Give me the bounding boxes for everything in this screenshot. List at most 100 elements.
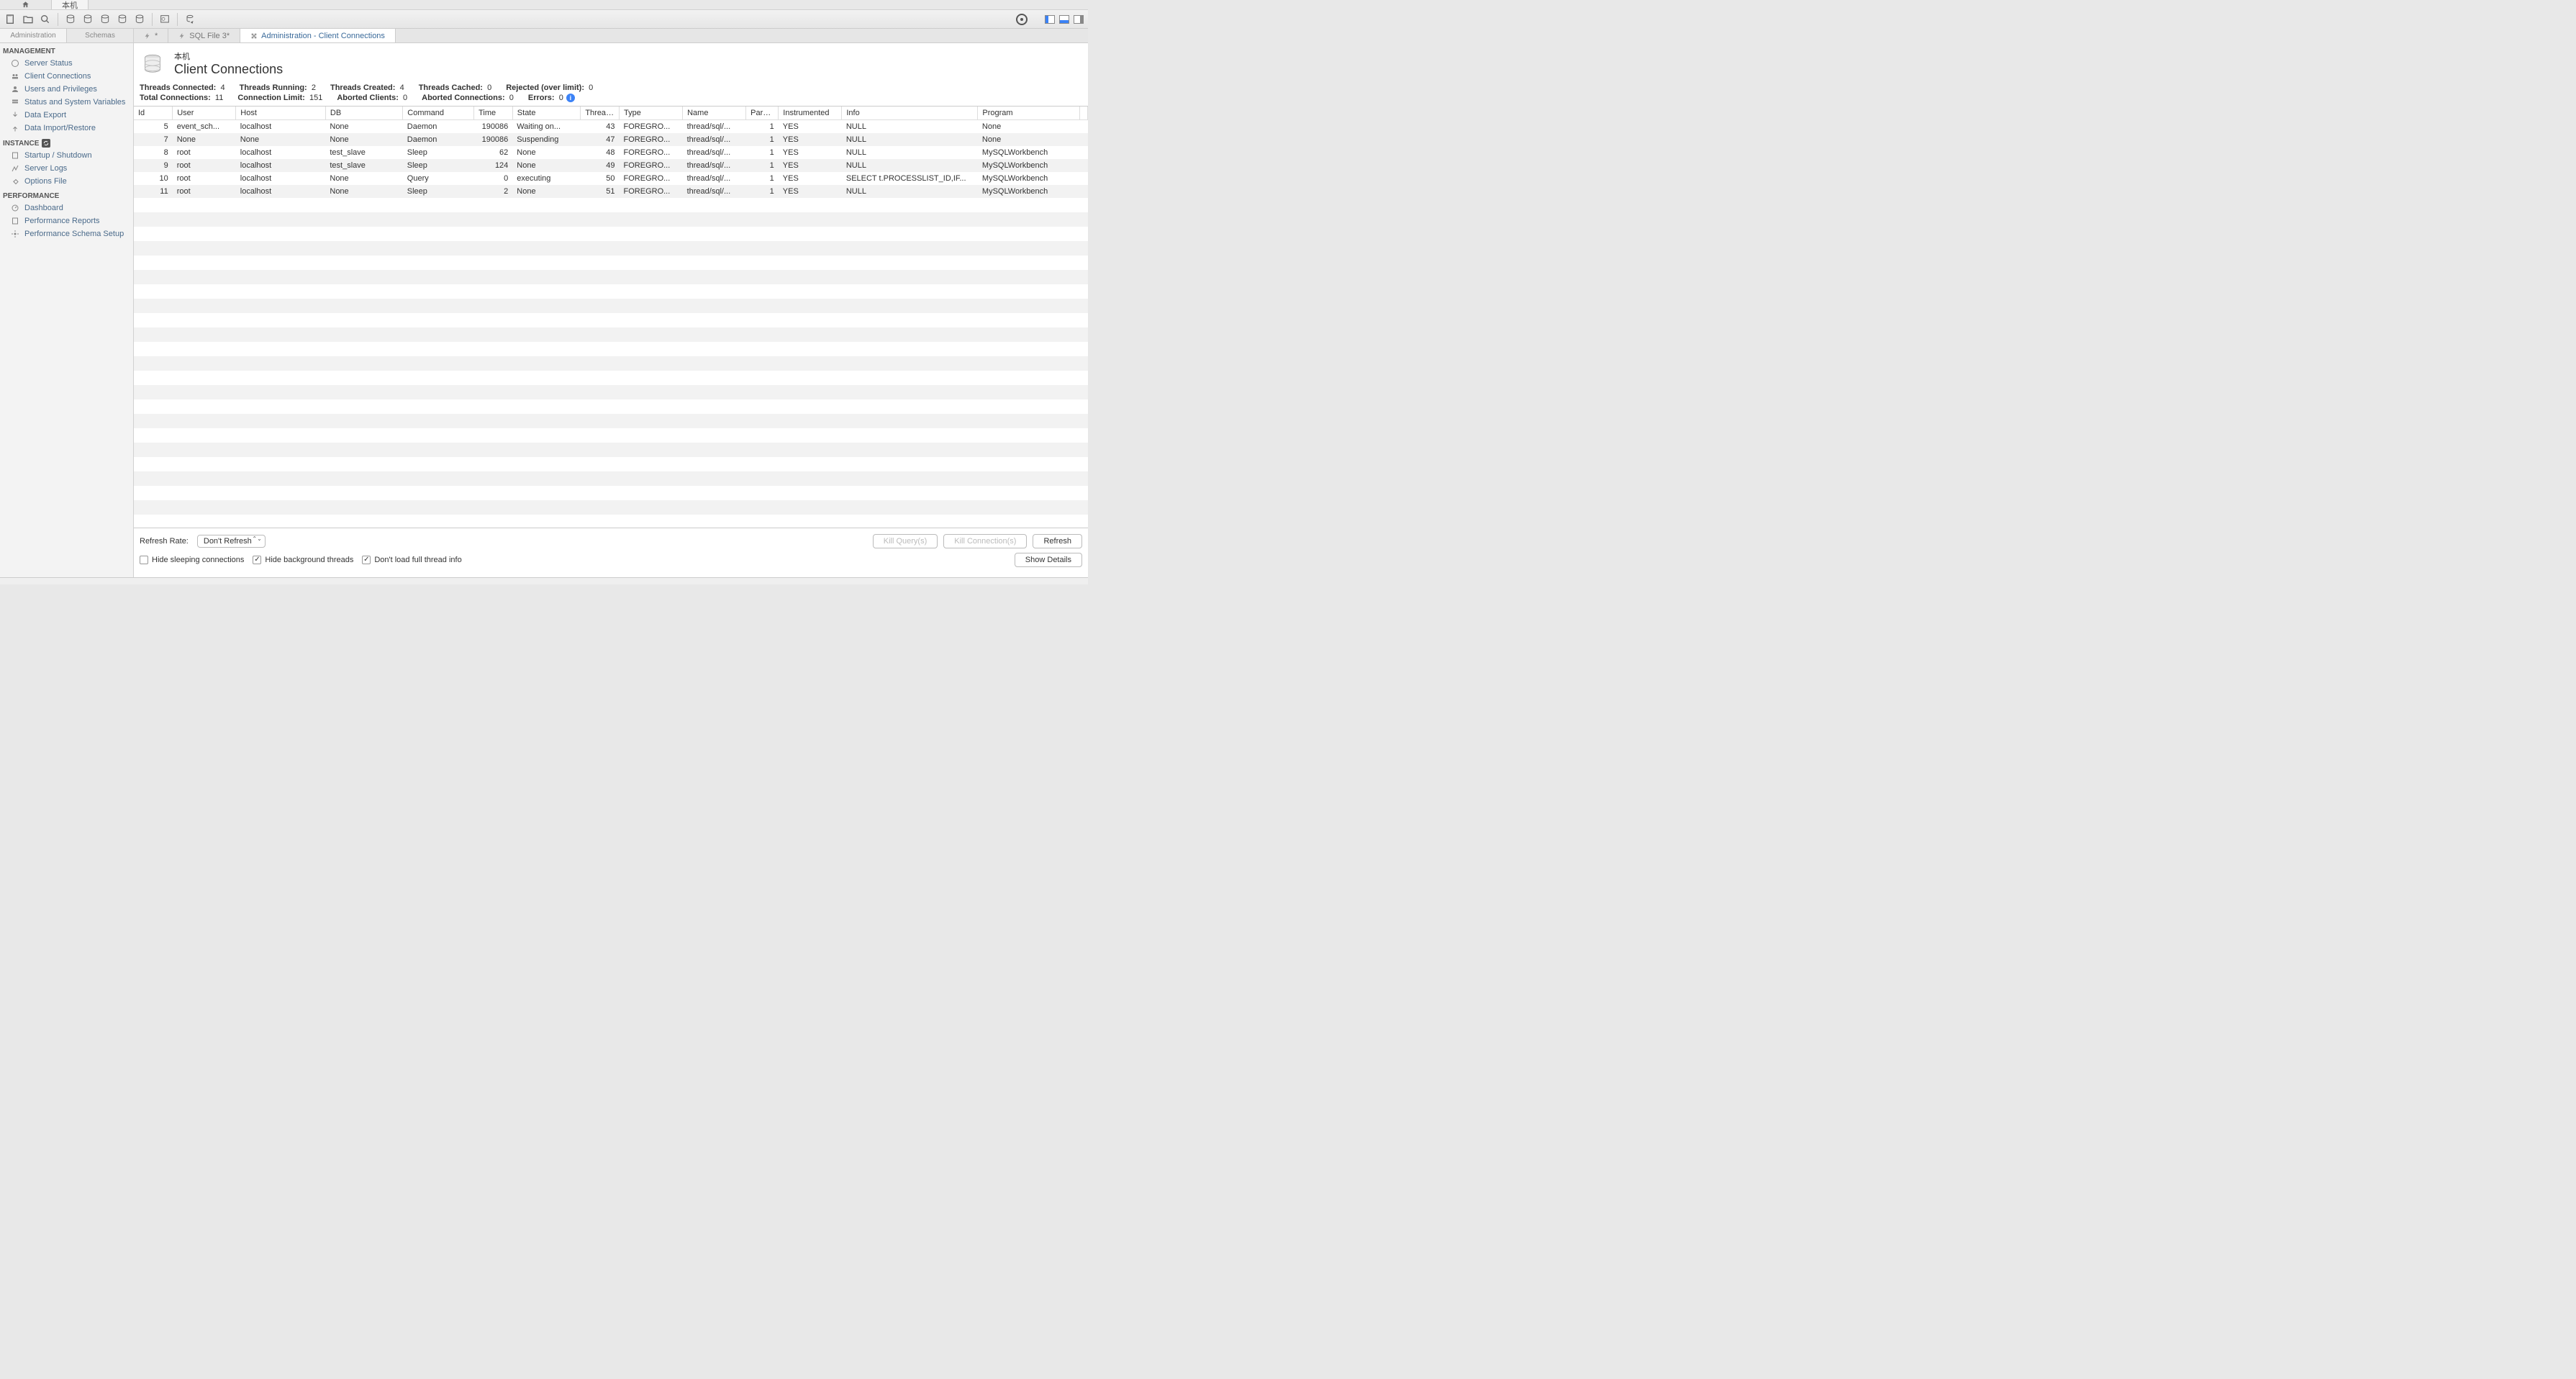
connection-tab[interactable]: 本机	[52, 0, 89, 9]
nav-data-import[interactable]: Data Import/Restore	[0, 122, 133, 135]
nav-status-variables[interactable]: Status and System Variables	[0, 96, 133, 109]
nav-data-export[interactable]: Data Export	[0, 109, 133, 122]
show-details-button[interactable]: Show Details	[1015, 553, 1082, 567]
kill-connection-button[interactable]: Kill Connection(s)	[943, 534, 1027, 548]
table-cell: 190086	[474, 120, 513, 134]
nav-users-privileges[interactable]: Users and Privileges	[0, 83, 133, 96]
table-cell: YES	[779, 172, 842, 185]
lightning-icon	[178, 32, 186, 40]
inspector-icon[interactable]	[39, 13, 52, 26]
toggle-secondary-icon[interactable]	[1074, 15, 1084, 24]
table-row[interactable]: 8rootlocalhosttest_slaveSleep62None48FOR…	[134, 146, 1088, 159]
col-header[interactable]: Name	[683, 107, 746, 120]
table-cell: Sleep	[403, 146, 474, 159]
stat-value: 0	[589, 83, 593, 92]
nav-startup-shutdown[interactable]: Startup / Shutdown	[0, 149, 133, 162]
table-cell: event_sch...	[173, 120, 236, 134]
table-cell: thread/sql/...	[683, 172, 746, 185]
table-row[interactable]: 5event_sch...localhostNoneDaemon190086Wa…	[134, 120, 1088, 134]
col-header[interactable]: User	[173, 107, 236, 120]
table-cell: None	[978, 120, 1080, 134]
nav-label: Performance Reports	[24, 217, 100, 225]
table-header-row: IdUserHostDBCommandTimeStateThread...Typ…	[134, 107, 1088, 120]
table-cell	[1080, 172, 1088, 185]
table-cell: Sleep	[403, 159, 474, 172]
refresh-button[interactable]: Refresh	[1033, 534, 1082, 548]
settings-icon[interactable]	[1016, 14, 1028, 25]
stats: Threads Connected: 4 Threads Running: 2 …	[134, 80, 1088, 106]
open-sql-icon[interactable]	[22, 13, 35, 26]
lightning-icon	[144, 32, 151, 40]
hide-sleeping-checkbox[interactable]: Hide sleeping connections	[140, 556, 244, 564]
col-header[interactable]: Parent...	[746, 107, 779, 120]
table-cell: 62	[474, 146, 513, 159]
page-subtitle: 本机	[174, 50, 283, 62]
stat-value: 0	[509, 94, 514, 102]
nav-server-logs[interactable]: Server Logs	[0, 162, 133, 175]
table-cell: root	[173, 185, 236, 198]
col-header[interactable]: DB	[325, 107, 402, 120]
table-row[interactable]: 9rootlocalhosttest_slaveSleep124None49FO…	[134, 159, 1088, 172]
table-cell: Daemon	[403, 133, 474, 146]
stat-value: 4	[220, 83, 225, 92]
chk-label: Don't load full thread info	[374, 556, 461, 564]
col-header[interactable]: Instrumented	[779, 107, 842, 120]
col-header[interactable]: Host	[236, 107, 326, 120]
sidebar-tab-schemas[interactable]: Schemas	[67, 29, 133, 42]
db-icon-2[interactable]	[81, 13, 94, 26]
tab-admin-client-connections[interactable]: Administration - Client Connections	[240, 29, 396, 42]
db-icon-5[interactable]	[133, 13, 146, 26]
nav-label: Startup / Shutdown	[24, 151, 92, 160]
nav-label: Data Export	[24, 111, 66, 119]
sql-script-icon[interactable]	[158, 13, 171, 26]
table-cell: 50	[581, 172, 620, 185]
table-row[interactable]: 10rootlocalhostNoneQuery0executing50FORE…	[134, 172, 1088, 185]
toggle-sidebar-icon[interactable]	[1045, 15, 1055, 24]
db-icon-1[interactable]	[64, 13, 77, 26]
hide-background-checkbox[interactable]: Hide background threads	[253, 556, 353, 564]
nav-server-status[interactable]: Server Status	[0, 57, 133, 70]
nav-perf-reports[interactable]: Performance Reports	[0, 214, 133, 227]
connection-tabs: 本机	[0, 0, 1088, 10]
col-header[interactable]: Thread...	[581, 107, 620, 120]
stat-label: Connection Limit:	[237, 94, 305, 102]
dont-load-checkbox[interactable]: Don't load full thread info	[362, 556, 461, 564]
new-sql-tab-icon[interactable]	[4, 13, 17, 26]
col-header[interactable]: Program	[978, 107, 1080, 120]
stat-value: 0	[487, 83, 491, 92]
table-row[interactable]: 7NoneNoneNoneDaemon190086Suspending47FOR…	[134, 133, 1088, 146]
connections-table: IdUserHostDBCommandTimeStateThread...Typ…	[134, 107, 1088, 515]
kill-query-button[interactable]: Kill Query(s)	[873, 534, 938, 548]
info-icon[interactable]: i	[566, 94, 575, 102]
nav-label: Performance Schema Setup	[24, 230, 124, 238]
col-header[interactable]: Command	[403, 107, 474, 120]
sidebar-tab-administration[interactable]: Administration	[0, 29, 67, 42]
home-tab[interactable]	[0, 0, 52, 9]
table-cell: None	[325, 133, 402, 146]
tab-query[interactable]: *	[134, 29, 168, 42]
refresh-rate-select[interactable]: Don't Refresh	[197, 535, 266, 548]
status-bar	[0, 577, 1088, 584]
nav-dashboard[interactable]: Dashboard	[0, 202, 133, 214]
table-cell: Query	[403, 172, 474, 185]
nav-perf-schema[interactable]: Performance Schema Setup	[0, 227, 133, 240]
reconnect-icon[interactable]	[183, 13, 196, 26]
tab-sql-file[interactable]: SQL File 3*	[168, 29, 240, 42]
table-cell: Waiting on...	[512, 120, 581, 134]
puzzle-icon	[250, 32, 258, 40]
col-header[interactable]: Info	[842, 107, 978, 120]
stat-value: 151	[309, 94, 322, 102]
db-icon-3[interactable]	[99, 13, 112, 26]
stat-label: Rejected (over limit):	[506, 83, 584, 92]
toggle-output-icon[interactable]	[1059, 15, 1069, 24]
col-header[interactable]	[1080, 107, 1088, 120]
col-header[interactable]: State	[512, 107, 581, 120]
nav-options-file[interactable]: Options File	[0, 175, 133, 188]
col-header[interactable]: Time	[474, 107, 513, 120]
table-cell: 10	[134, 172, 173, 185]
db-icon-4[interactable]	[116, 13, 129, 26]
col-header[interactable]: Id	[134, 107, 173, 120]
table-row[interactable]: 11rootlocalhostNoneSleep2None51FOREGRO..…	[134, 185, 1088, 198]
nav-client-connections[interactable]: Client Connections	[0, 70, 133, 83]
col-header[interactable]: Type	[620, 107, 683, 120]
